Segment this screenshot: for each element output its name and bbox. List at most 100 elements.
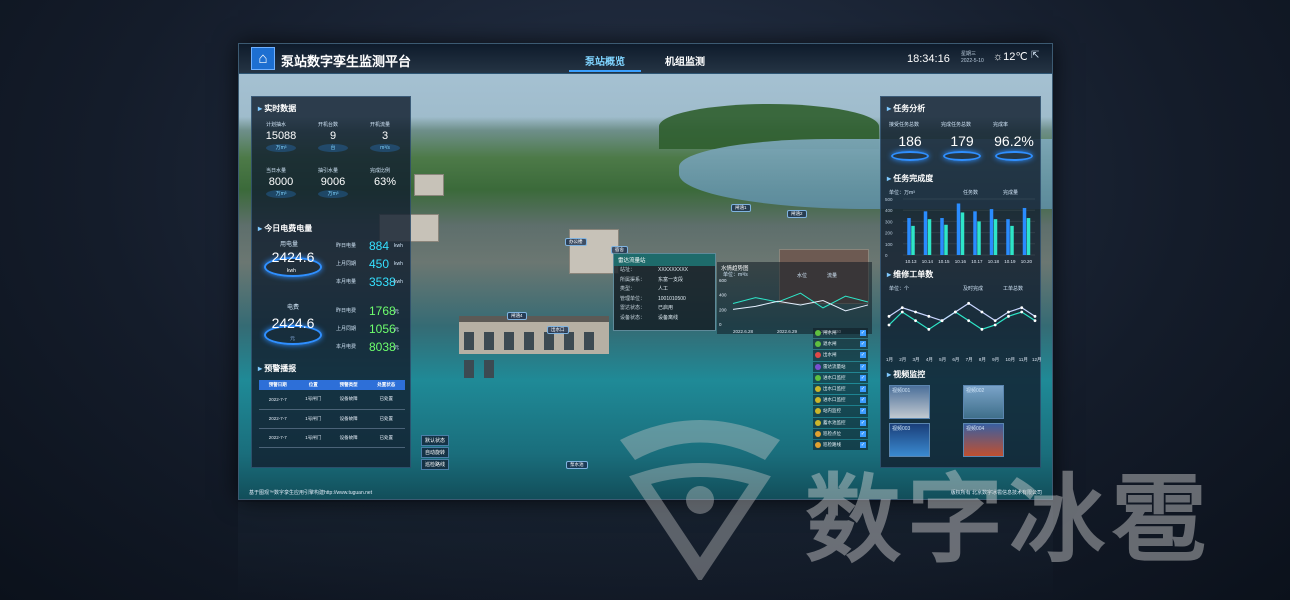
x-tick-label: 10.16 xyxy=(955,259,967,264)
checkbox[interactable]: ✓ xyxy=(860,397,866,404)
layer-list: 闸水闸 ✓ 退水闸 ✓ 出水闸 ✓ 雷达流量站 ✓ 进水口监控 ✓ 出水口监控 ✓ 进水口监控 ✓ 站内监控… xyxy=(813,328,868,468)
repair-line-chart: 1月 2月 3月 4月 5月 6月 7月 8月 9月 10月 11月 12月 xyxy=(886,301,1042,363)
x-tick-label: 2022.6.28 xyxy=(733,329,754,334)
stat-value: 9 xyxy=(329,130,337,142)
data-point xyxy=(1033,314,1037,318)
map-label[interactable]: 办公楼 xyxy=(565,238,587,246)
bar xyxy=(956,203,961,255)
data-point xyxy=(1020,306,1024,310)
dashboard-screen: ⌂ 泵站数字孪生监测平台 泵站概览 机组监测 18:34:16 星期三 2022-… xyxy=(238,43,1053,500)
popup-title: 雷达流量站 xyxy=(614,254,715,266)
series-line xyxy=(732,300,869,312)
map-label[interactable]: 闸涵1 xyxy=(731,204,751,212)
layer-item[interactable]: 站内监控 ✓ xyxy=(813,406,868,417)
data-point xyxy=(927,327,931,331)
y-tick-label: 200 xyxy=(719,307,727,312)
checkbox[interactable]: ✓ xyxy=(860,330,866,336)
realtime-title: 实时数据 xyxy=(258,103,296,114)
y-tick-label: 0 xyxy=(885,253,888,258)
footer-right: 版权所有 北京数字冰雹信息技术有限公司 xyxy=(950,490,1042,496)
view-control-button[interactable]: 巡检路线 xyxy=(421,459,450,470)
map-pin-icon xyxy=(815,441,821,448)
home-icon[interactable]: ⌂ xyxy=(251,47,275,70)
data-point xyxy=(927,314,931,318)
alarm-title: 预警播报 xyxy=(258,363,296,374)
bar xyxy=(989,209,994,255)
checkbox[interactable]: ✓ xyxy=(860,352,866,359)
bar xyxy=(911,225,915,255)
layer-item[interactable]: 出水口监控 ✓ xyxy=(813,383,868,395)
layer-item[interactable]: 雷达流量站 ✓ xyxy=(813,361,868,372)
layer-item[interactable]: 蓄水池监控 ✓ xyxy=(813,417,868,428)
video-title: 视频监控 xyxy=(887,369,925,380)
energy-value: 2424.6 xyxy=(271,249,315,265)
table-row[interactable]: 2022-7-7 1号闸门 设备故障 已处置 xyxy=(259,390,405,410)
x-tick-label: 12月 xyxy=(1032,357,1042,363)
stat-unit: 万m³ xyxy=(266,190,296,198)
map-label[interactable]: 闸涵4 xyxy=(507,312,527,320)
tab-overview[interactable]: 泵站概览 xyxy=(569,53,641,72)
checkbox[interactable]: ✓ xyxy=(860,441,866,448)
checkbox[interactable]: ✓ xyxy=(860,363,866,370)
energy-row-value: 450 xyxy=(369,257,390,271)
alarm-col-type: 预警类型 xyxy=(329,380,368,390)
stat-value: 3 xyxy=(381,130,389,142)
popup-row-label: 管理单位： xyxy=(620,295,646,302)
layer-item[interactable]: 闸水闸 ✓ xyxy=(813,328,868,339)
video-feed-2[interactable]: 视频002 xyxy=(963,385,1004,419)
top-bar: ⌂ 泵站数字孪生监测平台 泵站概览 机组监测 18:34:16 星期三 2022-… xyxy=(239,44,1052,74)
fee-row-unit: 元 xyxy=(394,309,400,315)
stat-label: 完成比例 xyxy=(370,168,391,174)
data-point xyxy=(967,301,971,305)
data-point xyxy=(980,310,984,314)
map-label[interactable]: 泵水池 xyxy=(566,461,588,469)
x-tick-label: 10.13 xyxy=(905,259,917,264)
checkbox[interactable]: ✓ xyxy=(860,385,866,392)
stat-label: 开机台数 xyxy=(318,122,339,128)
tab-unit-monitor[interactable]: 机组监测 xyxy=(665,53,705,68)
data-point xyxy=(980,327,984,331)
layer-label: 进水口监控 xyxy=(823,374,846,380)
popup-row-label: 设备状态： xyxy=(620,314,646,321)
table-row[interactable]: 2022-7-7 1号闸门 设备故障 已处置 xyxy=(259,428,405,448)
task-stat-value: 96.2% xyxy=(994,133,1034,149)
date-display: 星期三 2022-5-10 xyxy=(961,51,984,64)
map-label[interactable]: 闸涵2 xyxy=(787,210,807,218)
exit-icon[interactable]: ⇱ xyxy=(1031,50,1039,61)
video-feed-1[interactable]: 视频001 xyxy=(889,385,930,419)
fee-row-unit: 元 xyxy=(394,327,400,333)
data-point xyxy=(1033,319,1037,323)
data-point xyxy=(900,310,904,314)
popup-row-value: 设备离线 xyxy=(658,314,679,321)
layer-item[interactable]: 巡检点位 ✓ xyxy=(813,428,868,439)
layer-item[interactable]: 进水口监控 ✓ xyxy=(813,395,868,406)
x-tick-label: 2月 xyxy=(899,357,906,363)
checkbox[interactable]: ✓ xyxy=(860,374,866,381)
x-tick-label: 11月 xyxy=(1019,357,1028,363)
layer-item[interactable]: 巡检路线 ✓ xyxy=(813,439,868,451)
view-control-button[interactable]: 默认状态 xyxy=(421,435,450,446)
table-row[interactable]: 2022-7-7 1号闸门 设备故障 已处置 xyxy=(259,409,405,429)
checkbox[interactable]: ✓ xyxy=(860,430,866,437)
view-control-button[interactable]: 自动旋转 xyxy=(421,447,450,458)
map-pin-icon xyxy=(815,374,821,381)
y-tick-label: 400 xyxy=(719,293,727,298)
checkbox[interactable]: ✓ xyxy=(860,341,866,348)
checkbox[interactable]: ✓ xyxy=(860,419,866,426)
checkbox[interactable]: ✓ xyxy=(860,408,866,415)
map-pin-icon xyxy=(815,352,821,359)
video-feed-3[interactable]: 视频003 xyxy=(889,423,930,457)
popup-row-label: 站址： xyxy=(620,267,636,273)
layer-label: 巡检路线 xyxy=(823,441,841,447)
popup-row-label: 雷达状态： xyxy=(620,305,646,311)
bar xyxy=(944,224,948,255)
layer-item[interactable]: 退水闸 ✓ xyxy=(813,339,868,350)
layer-label: 闸水闸 xyxy=(823,330,837,335)
layer-item[interactable]: 进水口监控 ✓ xyxy=(813,372,868,383)
fee-row-label: 上月同期 xyxy=(336,326,357,332)
layer-item[interactable]: 出水闸 ✓ xyxy=(813,350,868,361)
map-label[interactable]: 出水口 xyxy=(547,326,569,334)
stat-unit: 万m³ xyxy=(266,144,296,152)
video-feed-4[interactable]: 视频004 xyxy=(963,423,1004,457)
data-point xyxy=(914,310,917,314)
